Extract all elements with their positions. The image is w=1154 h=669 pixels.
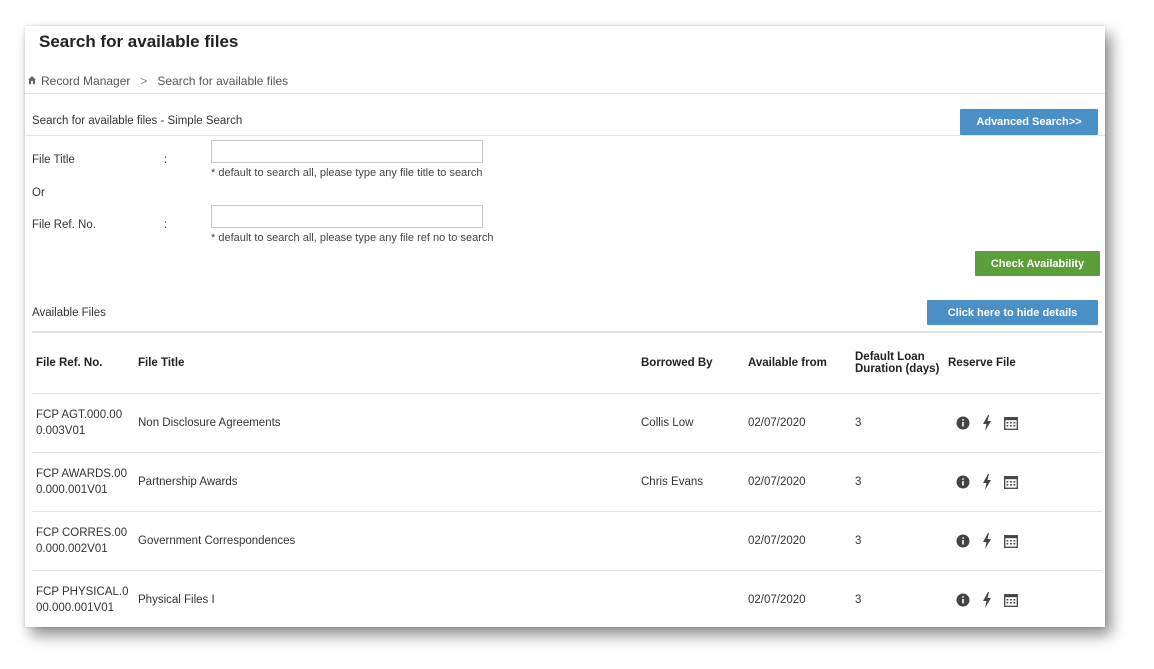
col-loan-duration: Default Loan Duration (days): [851, 331, 944, 394]
table-header-row: File Ref. No. File Title Borrowed By Ava…: [32, 331, 1102, 394]
calendar-icon[interactable]: [1004, 534, 1018, 548]
reserve-cell: [944, 570, 1102, 627]
available-from-cell: 02/07/2020: [744, 570, 851, 627]
table-row: FCP AWARDS.000.000.001V01 Partnership Aw…: [32, 452, 1102, 512]
borrowed-by-cell: Collis Low: [637, 393, 744, 453]
reserve-cell: [944, 452, 1102, 512]
file-title-cell: Partnership Awards: [134, 452, 637, 512]
file-title-input[interactable]: [211, 140, 483, 163]
file-title-hint: * default to search all, please type any…: [211, 167, 483, 179]
available-files-title: Available Files: [32, 307, 106, 319]
file-title-cell: Government Correspondences: [134, 511, 637, 571]
divider: [25, 135, 1105, 136]
file-ref-cell: FCP AWARDS.000.000.001V01: [32, 452, 134, 512]
breadcrumb-record-manager[interactable]: Record Manager: [41, 74, 130, 88]
col-file-ref: File Ref. No.: [32, 331, 134, 394]
col-borrowed-by: Borrowed By: [637, 331, 744, 394]
info-icon[interactable]: [956, 416, 970, 430]
lightning-icon[interactable]: [982, 592, 992, 608]
file-title-colon: :: [164, 154, 168, 166]
duration-cell: 3: [851, 452, 944, 512]
check-availability-button[interactable]: Check Availability: [975, 251, 1100, 276]
home-icon: [28, 76, 36, 86]
calendar-icon[interactable]: [1004, 475, 1018, 489]
file-ref-label: File Ref. No.: [32, 219, 96, 231]
table-row: FCP PHYSICAL.000.000.001V01 Physical Fil…: [32, 570, 1102, 627]
duration-cell: 3: [851, 393, 944, 453]
reserve-cell: [944, 393, 1102, 453]
lightning-icon[interactable]: [982, 415, 992, 431]
file-ref-cell: FCP CORRES.000.000.002V01: [32, 511, 134, 571]
file-ref-cell: FCP PHYSICAL.000.000.001V01: [32, 570, 134, 627]
borrowed-by-cell: [637, 511, 744, 571]
available-from-cell: 02/07/2020: [744, 393, 851, 453]
duration-cell: 3: [851, 511, 944, 571]
col-available-from: Available from: [744, 331, 851, 394]
calendar-icon[interactable]: [1004, 416, 1018, 430]
file-ref-input[interactable]: [211, 205, 483, 228]
available-from-cell: 02/07/2020: [744, 511, 851, 571]
info-icon[interactable]: [956, 475, 970, 489]
borrowed-by-cell: [637, 570, 744, 627]
table-row: FCP AGT.000.000.003V01 Non Disclosure Ag…: [32, 393, 1102, 453]
file-title-label: File Title: [32, 154, 75, 166]
available-from-cell: 02/07/2020: [744, 452, 851, 512]
info-icon[interactable]: [956, 534, 970, 548]
lightning-icon[interactable]: [982, 474, 992, 490]
available-files-table: File Ref. No. File Title Borrowed By Ava…: [32, 331, 1102, 627]
page-title: Search for available files: [39, 32, 239, 51]
simple-search-title: Search for available files - Simple Sear…: [32, 115, 243, 127]
breadcrumb-separator-icon: >: [140, 74, 148, 88]
info-icon[interactable]: [956, 593, 970, 607]
hide-details-button[interactable]: Click here to hide details: [927, 300, 1098, 325]
duration-cell: 3: [851, 570, 944, 627]
divider: [25, 93, 1105, 94]
calendar-icon[interactable]: [1004, 593, 1018, 607]
borrowed-by-cell: Chris Evans: [637, 452, 744, 512]
breadcrumb: Record Manager > Search for available fi…: [28, 74, 288, 88]
file-title-cell: Physical Files I: [134, 570, 637, 627]
lightning-icon[interactable]: [982, 533, 992, 549]
or-label: Or: [32, 187, 45, 199]
file-ref-hint: * default to search all, please type any…: [211, 232, 494, 244]
table-row: FCP CORRES.000.000.002V01 Government Cor…: [32, 511, 1102, 571]
reserve-cell: [944, 511, 1102, 571]
advanced-search-button[interactable]: Advanced Search>>: [960, 109, 1098, 135]
breadcrumb-current: Search for available files: [157, 74, 289, 88]
col-reserve-file: Reserve File: [944, 331, 1102, 394]
file-title-cell: Non Disclosure Agreements: [134, 393, 637, 453]
col-file-title: File Title: [134, 331, 637, 394]
main-panel: Search for available files Record Manage…: [25, 26, 1105, 627]
file-ref-cell: FCP AGT.000.000.003V01: [32, 393, 134, 453]
file-ref-colon: :: [164, 219, 168, 231]
